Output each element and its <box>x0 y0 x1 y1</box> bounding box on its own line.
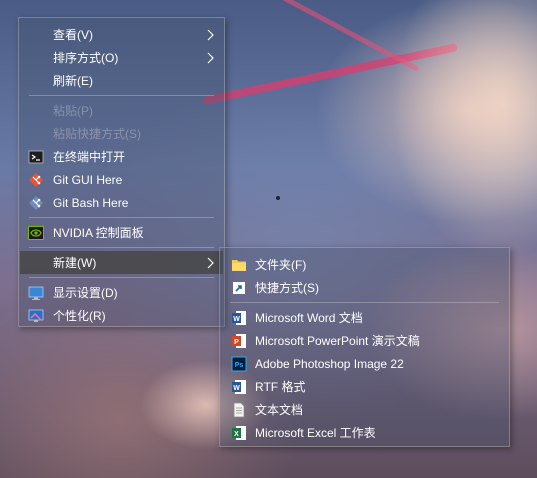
menu-item-git-bash[interactable]: Git Bash Here <box>20 191 223 214</box>
svg-text:X: X <box>234 431 239 438</box>
submenu-item-label: Microsoft Word 文档 <box>255 311 363 325</box>
submenu-item-excel-worksheet[interactable]: X Microsoft Excel 工作表 <box>221 421 508 444</box>
menu-separator <box>29 95 214 96</box>
rtf-icon: W <box>232 380 246 394</box>
submenu-item-label: 文本文档 <box>255 403 304 417</box>
menu-item-sort-by[interactable]: 排序方式(O) <box>20 46 223 69</box>
menu-item-git-gui[interactable]: Git GUI Here <box>20 168 223 191</box>
svg-text:Ps: Ps <box>235 362 244 369</box>
menu-item-label: 个性化(R) <box>53 309 106 323</box>
menu-separator <box>29 217 214 218</box>
powerpoint-icon: P <box>232 334 246 348</box>
text-document-icon <box>233 402 245 418</box>
submenu-item-word-document[interactable]: W Microsoft Word 文档 <box>221 306 508 329</box>
menu-item-label: 新建(W) <box>53 256 97 270</box>
submenu-item-text-document[interactable]: 文本文档 <box>221 398 508 421</box>
submenu-item-shortcut[interactable]: 快捷方式(S) <box>221 276 508 299</box>
menu-item-label: 粘贴(P) <box>53 104 93 118</box>
submenu-item-label: 快捷方式(S) <box>255 281 319 295</box>
git-bash-icon <box>29 196 43 210</box>
submenu-item-label: Microsoft Excel 工作表 <box>255 426 376 440</box>
menu-item-label: 查看(V) <box>53 28 93 42</box>
menu-item-label: 排序方式(O) <box>53 51 119 65</box>
photoshop-icon: Ps <box>231 356 247 372</box>
menu-item-label: 在终端中打开 <box>53 150 126 164</box>
terminal-icon <box>28 150 44 164</box>
menu-item-open-in-terminal[interactable]: 在终端中打开 <box>20 145 223 168</box>
wallpaper-speck <box>276 196 280 200</box>
new-submenu: 文件夹(F) 快捷方式(S) W Microsoft Word 文档 P Mic… <box>219 247 510 447</box>
menu-item-label: 显示设置(D) <box>53 286 118 300</box>
menu-item-new[interactable]: 新建(W) <box>20 251 223 274</box>
menu-item-label: 粘贴快捷方式(S) <box>53 127 141 141</box>
menu-item-paste-shortcut: 粘贴快捷方式(S) <box>20 122 223 145</box>
menu-item-display-settings[interactable]: 显示设置(D) <box>20 281 223 304</box>
menu-item-view[interactable]: 查看(V) <box>20 23 223 46</box>
menu-separator <box>29 277 214 278</box>
submenu-item-powerpoint-presentation[interactable]: P Microsoft PowerPoint 演示文稿 <box>221 329 508 352</box>
menu-item-personalize[interactable]: 个性化(R) <box>20 304 223 327</box>
personalize-icon <box>28 309 44 322</box>
menu-item-label: NVIDIA 控制面板 <box>53 226 144 240</box>
menu-item-nvidia-control-panel[interactable]: NVIDIA 控制面板 <box>20 221 223 244</box>
git-gui-icon <box>29 173 43 187</box>
svg-text:P: P <box>234 339 239 346</box>
menu-separator <box>29 247 214 248</box>
submenu-item-label: Microsoft PowerPoint 演示文稿 <box>255 334 420 348</box>
submenu-item-label: Adobe Photoshop Image 22 <box>255 357 404 371</box>
chevron-right-icon <box>207 29 214 41</box>
menu-item-label: Git Bash Here <box>53 196 129 210</box>
menu-item-paste: 粘贴(P) <box>20 99 223 122</box>
wallpaper-hair <box>390 0 537 260</box>
chevron-right-icon <box>207 257 214 269</box>
submenu-item-rtf-format[interactable]: W RTF 格式 <box>221 375 508 398</box>
menu-item-refresh[interactable]: 刷新(E) <box>20 69 223 92</box>
word-icon: W <box>232 311 246 325</box>
folder-icon <box>232 260 246 271</box>
submenu-item-folder[interactable]: 文件夹(F) <box>221 253 508 276</box>
desktop-context-menu: 查看(V) 排序方式(O) 刷新(E) 粘贴(P) 粘贴快捷方式(S) 在终端中… <box>18 17 225 327</box>
submenu-item-photoshop-image[interactable]: Ps Adobe Photoshop Image 22 <box>221 352 508 375</box>
menu-item-label: Git GUI Here <box>53 173 123 187</box>
menu-item-label: 刷新(E) <box>53 74 93 88</box>
nvidia-icon <box>28 226 44 240</box>
submenu-item-label: 文件夹(F) <box>255 258 307 272</box>
shortcut-icon <box>233 282 245 294</box>
submenu-item-label: RTF 格式 <box>255 380 306 394</box>
chevron-right-icon <box>207 52 214 64</box>
display-icon <box>28 286 44 300</box>
svg-text:W: W <box>233 316 240 323</box>
svg-text:W: W <box>233 385 240 392</box>
excel-icon: X <box>232 426 246 440</box>
menu-separator <box>230 302 499 303</box>
